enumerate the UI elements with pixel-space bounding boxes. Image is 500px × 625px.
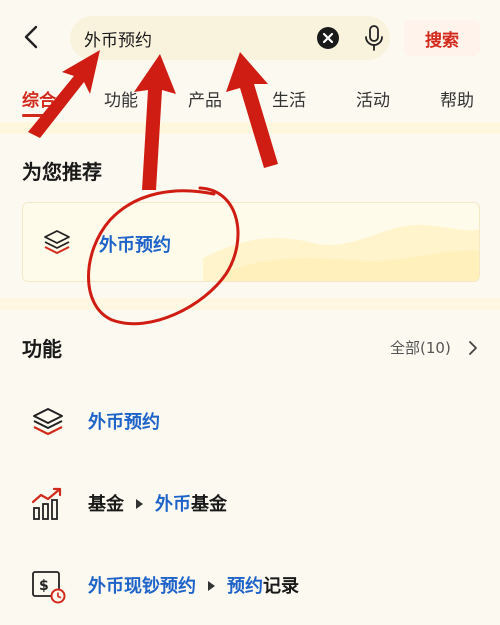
- highlight-text: 预约: [227, 576, 263, 597]
- highlight-text: 外币预约: [88, 412, 160, 433]
- highlight-text: 外币: [155, 494, 191, 515]
- highlight-text: 预约: [160, 576, 196, 597]
- tab-all[interactable]: 综合: [22, 86, 56, 111]
- category-tabs: 综合 功能 产品 生活 活动 帮助: [0, 76, 500, 120]
- back-arrow-icon[interactable]: [20, 24, 44, 50]
- path-separator-icon: [136, 499, 143, 509]
- cash-reservation-icon: $: [32, 571, 66, 604]
- section-divider: [0, 298, 500, 310]
- recommend-card-label: 外币预约: [99, 235, 171, 256]
- tab-activities[interactable]: 活动: [356, 86, 390, 111]
- tab-life[interactable]: 生活: [272, 86, 306, 111]
- tab-help[interactable]: 帮助: [440, 86, 474, 111]
- card-background-wave: [203, 224, 479, 281]
- tab-products[interactable]: 产品: [188, 86, 222, 111]
- path-segment: 记录: [263, 576, 299, 597]
- search-button[interactable]: 搜索: [404, 20, 480, 56]
- path-separator-icon: [208, 581, 215, 591]
- feature-item-label: 基金 外币基金: [88, 490, 227, 516]
- feature-item-fx-fund[interactable]: 基金 外币基金: [30, 482, 480, 522]
- feature-item-fx-reservation[interactable]: 外币预约: [30, 400, 480, 440]
- recommend-card[interactable]: 外币预约: [22, 202, 480, 282]
- features-title: 功能: [22, 337, 62, 361]
- layers-icon: [33, 408, 63, 436]
- fund-chart-icon: [31, 487, 62, 520]
- feature-item-label: 外币预约: [88, 408, 160, 434]
- search-header: 搜索: [0, 0, 500, 76]
- clear-icon[interactable]: [316, 26, 340, 50]
- feature-item-fx-cash-reservation[interactable]: $ 外币现钞预约 预约记录: [30, 564, 480, 604]
- feature-item-label: 外币现钞预约 预约记录: [88, 572, 299, 598]
- features-view-all[interactable]: 全部(10): [390, 337, 451, 358]
- microphone-icon[interactable]: [363, 24, 385, 52]
- search-input[interactable]: [84, 24, 304, 52]
- path-segment: 基金: [191, 494, 227, 515]
- tab-functions[interactable]: 功能: [104, 86, 138, 111]
- search-box: [70, 16, 390, 60]
- section-divider: [0, 122, 500, 134]
- chevron-right-icon[interactable]: [467, 339, 479, 357]
- svg-text:$: $: [39, 578, 49, 594]
- highlight-text: 外币现钞: [88, 576, 160, 597]
- layers-icon: [44, 230, 70, 254]
- path-segment: 基金: [88, 494, 124, 515]
- active-tab-indicator: [22, 114, 54, 117]
- recommend-title: 为您推荐: [22, 160, 102, 184]
